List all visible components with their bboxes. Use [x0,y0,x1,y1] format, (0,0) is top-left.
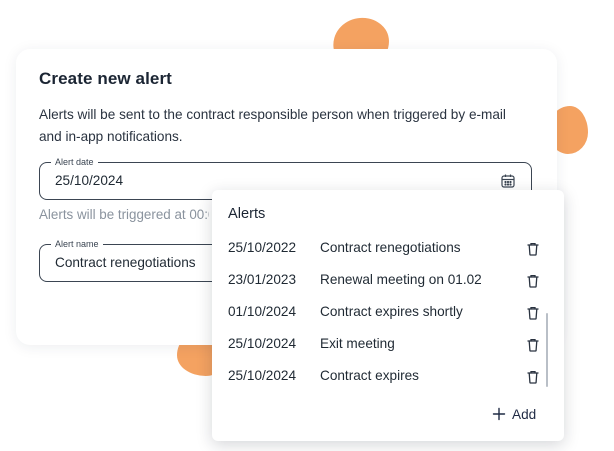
trash-icon[interactable] [525,369,541,385]
plus-icon [492,407,506,421]
alert-name: Exit meeting [320,336,395,351]
stage: Create new alert Alerts will be sent to … [0,0,614,451]
alert-list-item[interactable]: 25/10/2024 Contract expires [212,361,564,393]
alerts-panel-title: Alerts [228,206,266,222]
alert-name-value[interactable]: Contract renegotiations [55,255,196,270]
trash-icon[interactable] [525,241,541,257]
calendar-icon[interactable] [500,173,516,189]
alert-list-item[interactable]: 25/10/2022 Contract renegotiations [212,233,564,265]
alert-name: Contract expires [320,368,419,383]
alerts-scrollbar-thumb[interactable] [546,313,548,387]
alert-date-label: Alert date [51,156,98,168]
alert-name-label: Alert name [51,238,103,250]
alerts-panel: Alerts 25/10/2022 Contract renegotiation… [212,190,564,441]
alert-name: Contract expires shortly [320,304,463,319]
add-alert-label: Add [512,406,537,422]
alert-date-value[interactable]: 25/10/2024 [55,173,123,188]
alert-date: 23/01/2023 [228,272,297,287]
trash-icon[interactable] [525,337,541,353]
card-description: Alerts will be sent to the contract resp… [39,107,506,144]
trash-icon[interactable] [525,305,541,321]
trash-icon[interactable] [525,273,541,289]
alert-list: 25/10/2022 Contract renegotiations 23/01… [212,233,564,393]
card-title: Create new alert [39,69,172,88]
alert-date: 25/10/2022 [228,240,297,255]
alert-date: 25/10/2024 [228,336,297,351]
alert-date: 25/10/2024 [228,368,297,383]
alert-list-item[interactable]: 23/01/2023 Renewal meeting on 01.02 [212,265,564,297]
alert-name: Contract renegotiations [320,240,461,255]
alert-helper-text: Alerts will be triggered at 00:00 [39,207,209,222]
alert-list-item[interactable]: 01/10/2024 Contract expires shortly [212,297,564,329]
alert-list-item[interactable]: 25/10/2024 Exit meeting [212,329,564,361]
alert-name: Renewal meeting on 01.02 [320,272,482,287]
alert-date: 01/10/2024 [228,304,297,319]
add-alert-button[interactable]: Add [492,404,536,424]
